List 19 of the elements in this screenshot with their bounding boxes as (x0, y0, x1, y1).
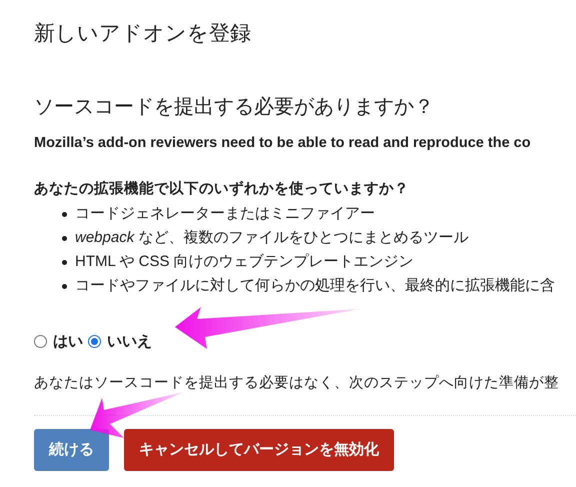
bullet-icon (62, 236, 67, 241)
note-text: あなたはソースコードを提出する必要はなく、次のステップへ向けた準備が整 (34, 374, 559, 393)
bullet-text: コードやファイルに対して何らかの処理を行い、最終的に拡張機能に含 (75, 276, 555, 296)
question-text: あなたの拡張機能で以下のいずれかを使っていますか？ (34, 180, 409, 199)
bullet-text: webpack など、複数のファイルをひとつにまとめるツール (75, 228, 468, 248)
section-heading: ソースコードを提出する必要がありますか？ (34, 95, 434, 120)
page-title: 新しいアドオンを登録 (34, 21, 251, 47)
bullet-icon (62, 212, 67, 217)
radio-button[interactable] (34, 335, 47, 348)
intro-text: Mozilla’s add-on reviewers need to be able to read and reproduce the co (34, 134, 531, 153)
bullet-icon (62, 260, 67, 265)
continue-button[interactable]: 続ける (34, 428, 109, 471)
bullet-text: HTML や CSS 向けのウェブテンプレートエンジン (75, 252, 414, 272)
bullet-text: コードジェネレーターまたはミニファイアー (75, 204, 375, 224)
bullet-icon (62, 284, 67, 289)
radio-label: はい (53, 332, 83, 352)
cancel-button[interactable]: キャンセルしてバージョンを無効化 (124, 428, 394, 471)
radio-button[interactable] (88, 335, 101, 348)
radio-label: いいえ (107, 332, 152, 352)
